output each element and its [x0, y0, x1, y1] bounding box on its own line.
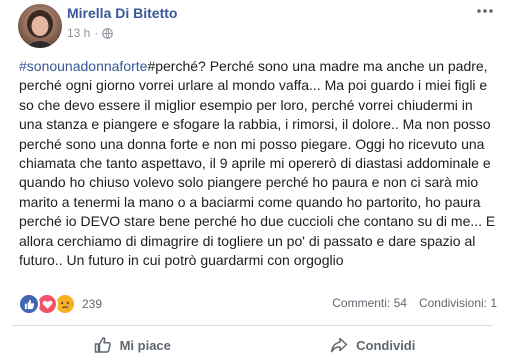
shares-count[interactable]: Condivisioni: 1	[419, 296, 497, 310]
post-body: #perché? Perché sono una madre ma anche …	[19, 58, 496, 269]
facebook-post: Mirella Di Bitetto 13 h · #sonounadonnaf…	[0, 0, 505, 362]
post-time[interactable]: 13 h	[67, 26, 90, 40]
share-button[interactable]: Condividi	[253, 330, 494, 360]
like-button[interactable]: Mi piace	[12, 330, 253, 360]
profile-photo	[26, 10, 54, 48]
thumbs-up-icon	[94, 337, 111, 353]
post-text: #sonounadonnaforte#perché? Perché sono u…	[19, 57, 499, 270]
post-actions: Mi piace Condividi	[12, 330, 493, 360]
more-options-icon[interactable]	[475, 4, 495, 20]
share-icon	[331, 337, 348, 353]
like-button-label: Mi piace	[119, 337, 171, 353]
author-name[interactable]: Mirella Di Bitetto	[67, 5, 177, 21]
avatar[interactable]	[18, 4, 62, 48]
meta-separator: ·	[94, 26, 99, 40]
share-button-label: Condividi	[356, 337, 416, 353]
hashtag-link[interactable]: #sonounadonnaforte	[19, 58, 147, 74]
reactions-count[interactable]: 239	[82, 297, 102, 311]
comments-count[interactable]: Commenti: 54	[332, 296, 407, 310]
post-stats: Commenti: 54 Condivisioni: 1	[332, 296, 497, 310]
divider	[12, 325, 493, 326]
like-icon	[18, 293, 40, 315]
post-meta: 13 h ·	[67, 25, 114, 41]
reactions-summary[interactable]: 239	[18, 293, 102, 315]
globe-icon[interactable]	[102, 27, 114, 39]
